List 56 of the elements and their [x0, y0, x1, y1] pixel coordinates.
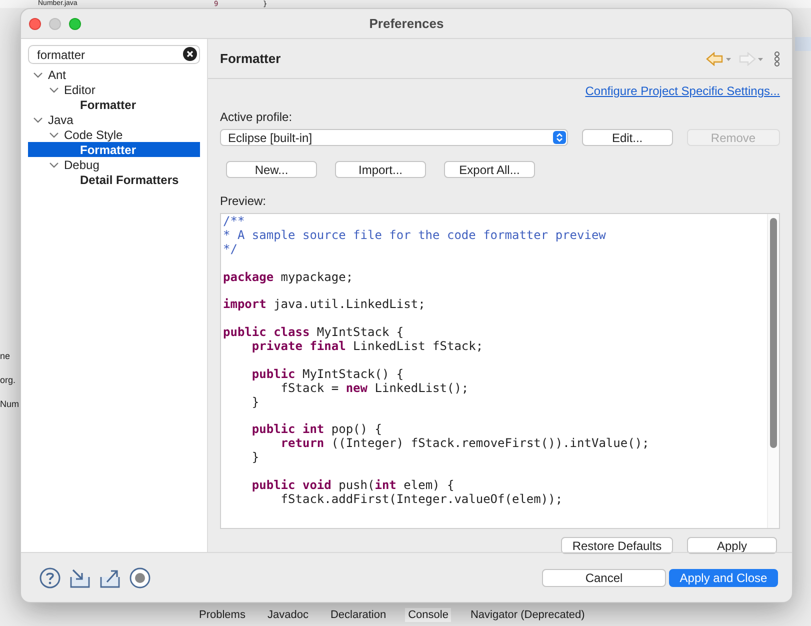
settings-link[interactable]: Configure Project Specific Settings...	[585, 84, 780, 98]
code-line: public class MyIntStack {	[223, 326, 405, 340]
tree-item[interactable]: Debug	[28, 157, 200, 172]
window-title: Preferences	[369, 16, 444, 31]
zoom-button[interactable]	[69, 18, 81, 30]
tree-item[interactable]: Editor	[28, 82, 200, 97]
view-text: ne	[0, 350, 10, 362]
code-line: import java.util.LinkedList;	[223, 298, 426, 312]
scrollbar-thumb[interactable]	[770, 218, 777, 448]
code-line: return ((Integer) fStack.removeFirst()).intValue();	[280, 437, 650, 452]
field-label: Preview:	[220, 194, 268, 208]
tree-item[interactable]: Java	[28, 112, 200, 127]
code-line: * A sample source file for the code formatter preview	[223, 228, 607, 243]
page-button[interactable]: Apply	[687, 537, 777, 554]
code-line: public void push(int elem) {	[250, 478, 456, 493]
field-label: Active profile:	[220, 110, 294, 124]
view-text: Num	[0, 398, 20, 410]
line-highlight	[795, 37, 811, 51]
view-text: org.	[0, 374, 16, 386]
tree-item[interactable]: Formatter	[28, 97, 200, 112]
profile-dropdown[interactable]: Eclipse [built-in]	[220, 129, 568, 146]
dialog-button[interactable]: Cancel	[542, 568, 666, 586]
code-line: }	[250, 451, 260, 466]
code-line: public int pop() {	[250, 423, 383, 438]
code-line: /**	[223, 215, 246, 229]
profile-button[interactable]: Edit...	[582, 129, 673, 146]
more-icon[interactable]	[774, 50, 780, 66]
view-tab[interactable]: Javadoc	[264, 608, 312, 622]
action-button[interactable]: New...	[226, 161, 317, 178]
code-line: */	[223, 242, 238, 257]
code-line: public MyIntStack() {	[250, 368, 405, 382]
import-icon[interactable]	[69, 566, 91, 588]
view-tab[interactable]: Problems	[196, 608, 248, 622]
page-button[interactable]: Restore Defaults	[561, 537, 673, 554]
dropdown-icon[interactable]	[553, 131, 566, 144]
tree-item[interactable]: Detail Formatters	[28, 172, 200, 187]
view-tab[interactable]: Declaration	[327, 608, 390, 622]
tree-item[interactable]: Formatter	[28, 142, 200, 157]
code-line: fStack = new LinkedList();	[280, 382, 470, 396]
view-tab[interactable]: Console	[405, 608, 452, 622]
code-line: fStack.addFirst(Integer.valueOf(elem));	[280, 492, 564, 507]
record-icon[interactable]	[129, 566, 151, 588]
code-line: package mypackage;	[223, 270, 354, 284]
clear-icon[interactable]	[183, 47, 197, 61]
code-line: private final LinkedList fStack;	[250, 340, 484, 354]
dialog-button[interactable]: Apply and Close	[669, 568, 778, 586]
view-tab[interactable]: Navigator (Deprecated)	[467, 608, 588, 622]
search-field[interactable]: formatter	[28, 45, 200, 64]
help-icon[interactable]	[39, 566, 61, 588]
action-button[interactable]: Import...	[335, 161, 426, 178]
page-title: Formatter	[220, 51, 282, 66]
tree-item[interactable]: Code Style	[28, 127, 200, 142]
code-line: }	[250, 396, 260, 410]
action-button[interactable]: Export All...	[444, 161, 535, 178]
close-button[interactable]	[29, 18, 41, 30]
tree-item[interactable]: Ant	[28, 67, 200, 82]
